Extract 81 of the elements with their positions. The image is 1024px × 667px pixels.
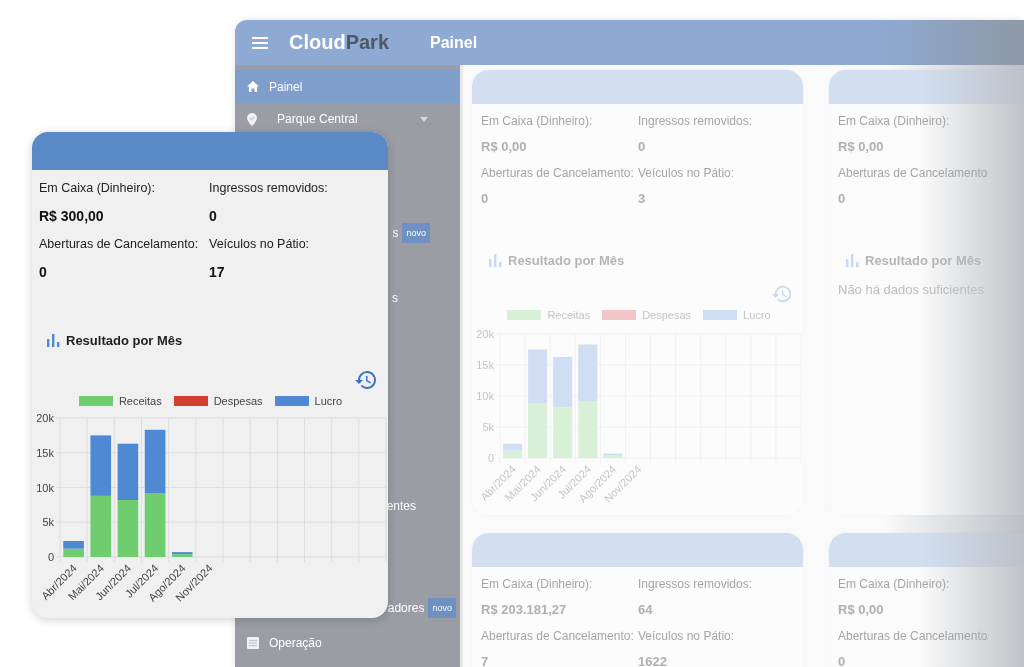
- chart-bar: [553, 407, 573, 458]
- stat-label: Em Caixa (Dinheiro):: [838, 576, 951, 593]
- chart-bar: [90, 495, 112, 557]
- sidebar-item[interactable]: entes: [384, 489, 418, 522]
- stat-value: R$ 0,00: [481, 138, 528, 156]
- chart-bar: [578, 344, 598, 401]
- stat-value: R$ 300,00: [39, 207, 105, 226]
- stat-value: 7: [481, 653, 490, 667]
- bar-chart-icon: [489, 253, 502, 267]
- sidebar-item[interactable]: s: [390, 281, 400, 314]
- chart-bar: [117, 443, 139, 500]
- chart-bar: [578, 400, 598, 458]
- bar-chart-icon: [47, 333, 60, 347]
- axis-label: 20k: [476, 328, 494, 340]
- legend-label: Lucro: [743, 309, 771, 321]
- bar-chart-icon: [846, 253, 859, 267]
- stat-label: Em Caixa (Dinheiro):: [481, 113, 594, 130]
- legend-label: Lucro: [314, 395, 343, 407]
- stat-label: Em Caixa (Dinheiro):: [39, 180, 156, 197]
- stat-value: 0: [838, 190, 847, 208]
- stat-value: 0: [39, 263, 48, 282]
- logo: CloudPark: [289, 31, 391, 54]
- stat-label: Aberturas de Cancelamento:: [39, 236, 200, 253]
- stat-value: 0: [838, 653, 847, 667]
- stat-value: 0: [209, 207, 218, 226]
- stat-label: Veículos no Pátio:: [638, 628, 736, 645]
- sidebar-item[interactable]: Painel: [235, 70, 460, 103]
- chart-title: Resultado por Mês: [508, 252, 625, 268]
- stat-value: 0: [638, 138, 647, 156]
- chart-title: Resultado por Mês: [66, 332, 183, 348]
- chart-bar: [144, 493, 166, 557]
- stat-label: Aberturas de Cancelamento:: [481, 628, 635, 645]
- stat-value: R$ 0,00: [838, 601, 885, 619]
- stat-label: Em Caixa (Dinheiro):: [481, 576, 594, 593]
- sidebar-item[interactable]: s novo: [390, 216, 432, 249]
- menu-icon[interactable]: [252, 36, 268, 49]
- chart-bar: [63, 548, 84, 557]
- stat-label: Veículos no Pátio:: [209, 236, 311, 253]
- stat-label: Ingressos removidos:: [638, 576, 753, 593]
- new-badge: novo: [402, 222, 430, 243]
- sidebar-item[interactable]: adores novo: [385, 591, 458, 624]
- new-badge: novo: [428, 597, 456, 618]
- sidebar-item[interactable]: Operação: [235, 626, 460, 659]
- chart-bar: [90, 435, 112, 496]
- legend-label: Receitas: [118, 395, 162, 407]
- legend-label: Receitas: [547, 309, 591, 321]
- empty-message: Não há dados suficientes: [838, 282, 985, 297]
- history-icon[interactable]: [354, 368, 378, 392]
- axis-label: 5k: [42, 516, 54, 529]
- axis-label: 15k: [476, 359, 494, 371]
- stat-value: R$ 203.181,27: [481, 601, 568, 619]
- stat-label: Aberturas de Cancelamento: [838, 628, 989, 645]
- page-title: Painel: [430, 33, 478, 52]
- axis-label: 20k: [36, 412, 54, 424]
- stat-value: 17: [209, 263, 226, 282]
- stat-value: 64: [638, 601, 654, 619]
- stat-label: Em Caixa (Dinheiro):: [838, 113, 951, 130]
- axis-label: 10k: [476, 390, 494, 402]
- stat-label: Veículos no Pátio:: [638, 165, 736, 182]
- chart-bar: [144, 429, 166, 494]
- stat-label: Aberturas de Cancelamento: [838, 165, 989, 182]
- chart-bar: [117, 500, 139, 557]
- list-icon: [247, 636, 259, 649]
- chart-bar: [553, 356, 573, 408]
- caret-icon: [420, 116, 428, 122]
- chart-bar: [528, 403, 548, 458]
- legend-label: Despesas: [213, 395, 263, 407]
- stat-value: 1622: [638, 653, 668, 667]
- stat-value: 3: [638, 190, 647, 208]
- axis-label: 10k: [36, 481, 54, 494]
- stat-value: 0: [481, 190, 490, 208]
- home-icon: [247, 81, 259, 92]
- sidebar-item[interactable]: Parque Central: [235, 106, 460, 132]
- axis-label: 0: [47, 551, 54, 563]
- chart-bar: [528, 349, 548, 404]
- stat-label: Ingressos removidos:: [638, 113, 753, 130]
- location-pin-icon: [247, 112, 257, 126]
- stat-value: R$ 0,00: [838, 138, 885, 156]
- stat-label: Aberturas de Cancelamento:: [481, 165, 635, 182]
- axis-label: 15k: [36, 446, 54, 459]
- stat-label: Ingressos removidos:: [209, 180, 328, 197]
